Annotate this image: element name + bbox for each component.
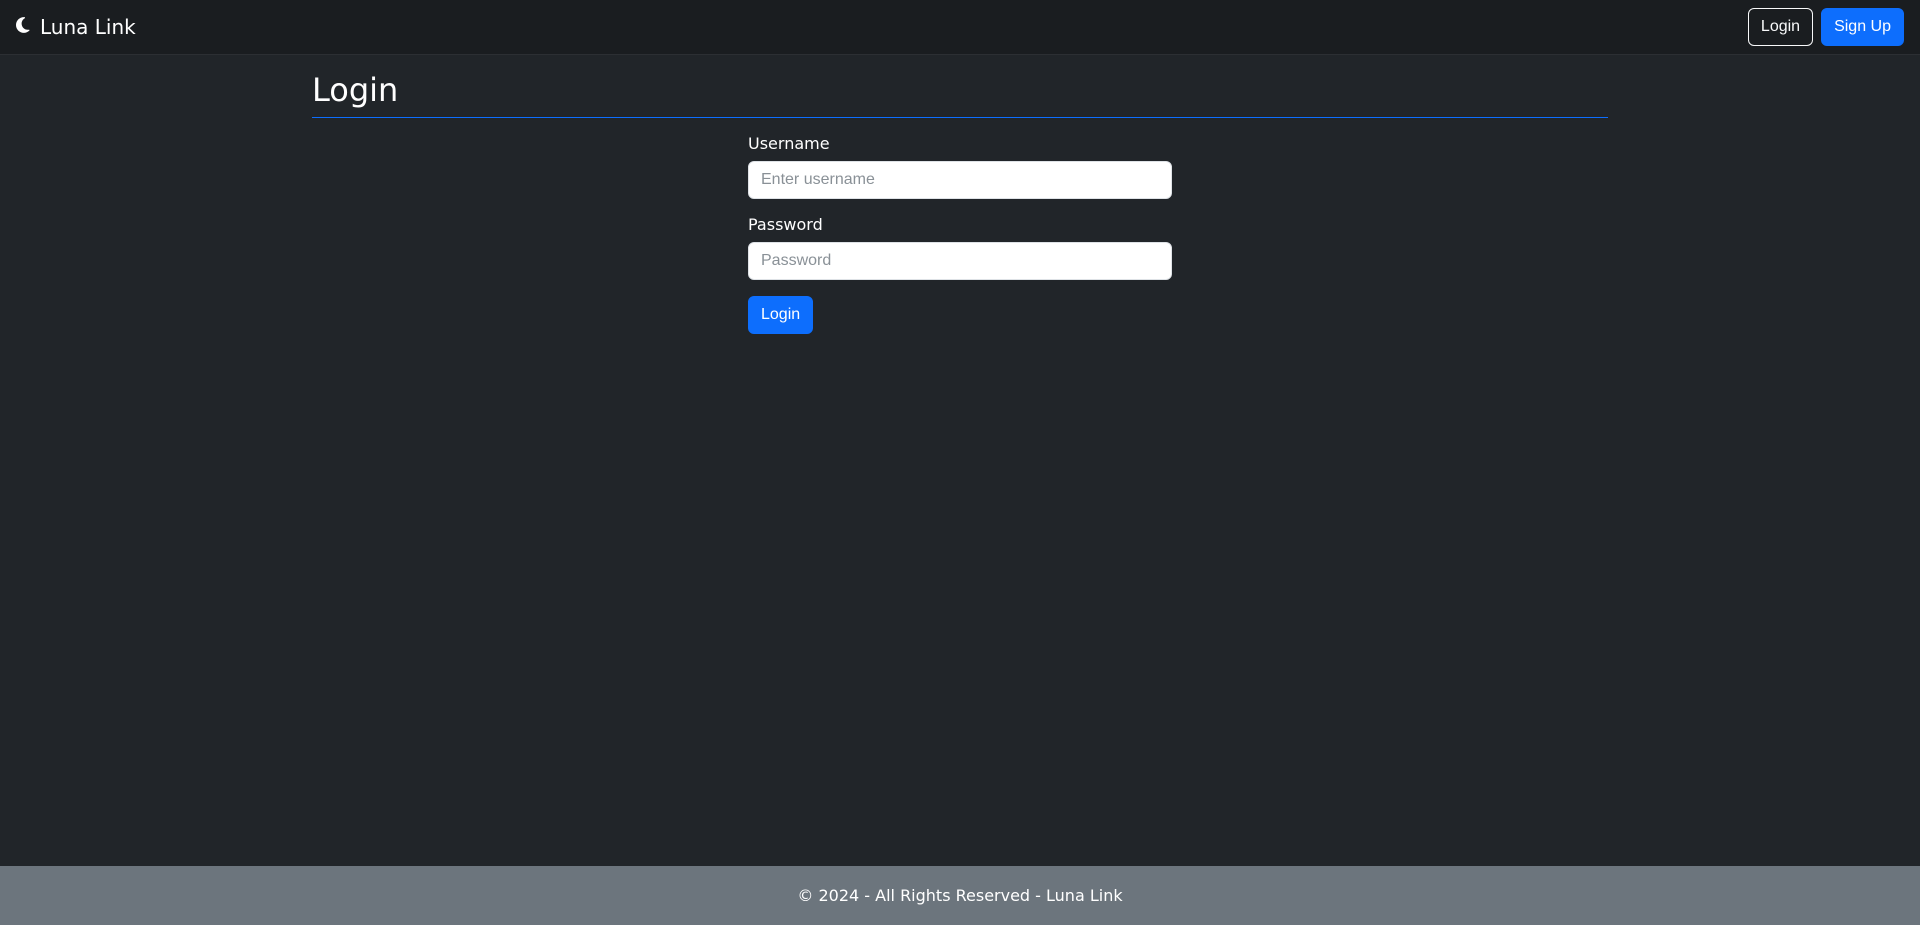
page-title: Login	[312, 71, 1608, 117]
login-submit-button[interactable]: Login	[748, 296, 813, 334]
footer: © 2024 - All Rights Reserved - Luna Link	[0, 866, 1920, 925]
divider	[312, 117, 1608, 118]
password-label: Password	[748, 215, 1172, 234]
login-nav-button[interactable]: Login	[1748, 8, 1813, 46]
password-input[interactable]	[748, 242, 1172, 280]
login-form: Username Password Login	[748, 134, 1172, 334]
navbar-buttons: Login Sign Up	[1748, 8, 1904, 46]
footer-text: © 2024 - All Rights Reserved - Luna Link	[797, 886, 1122, 905]
username-group: Username	[748, 134, 1172, 199]
brand-link[interactable]: Luna Link	[16, 15, 136, 39]
password-group: Password	[748, 215, 1172, 280]
navbar: Luna Link Login Sign Up	[0, 0, 1920, 55]
username-label: Username	[748, 134, 1172, 153]
username-input[interactable]	[748, 161, 1172, 199]
signup-nav-button[interactable]: Sign Up	[1821, 8, 1904, 46]
moon-icon	[16, 15, 34, 39]
main-content: Login Username Password Login	[300, 55, 1620, 866]
brand-text: Luna Link	[40, 15, 136, 39]
